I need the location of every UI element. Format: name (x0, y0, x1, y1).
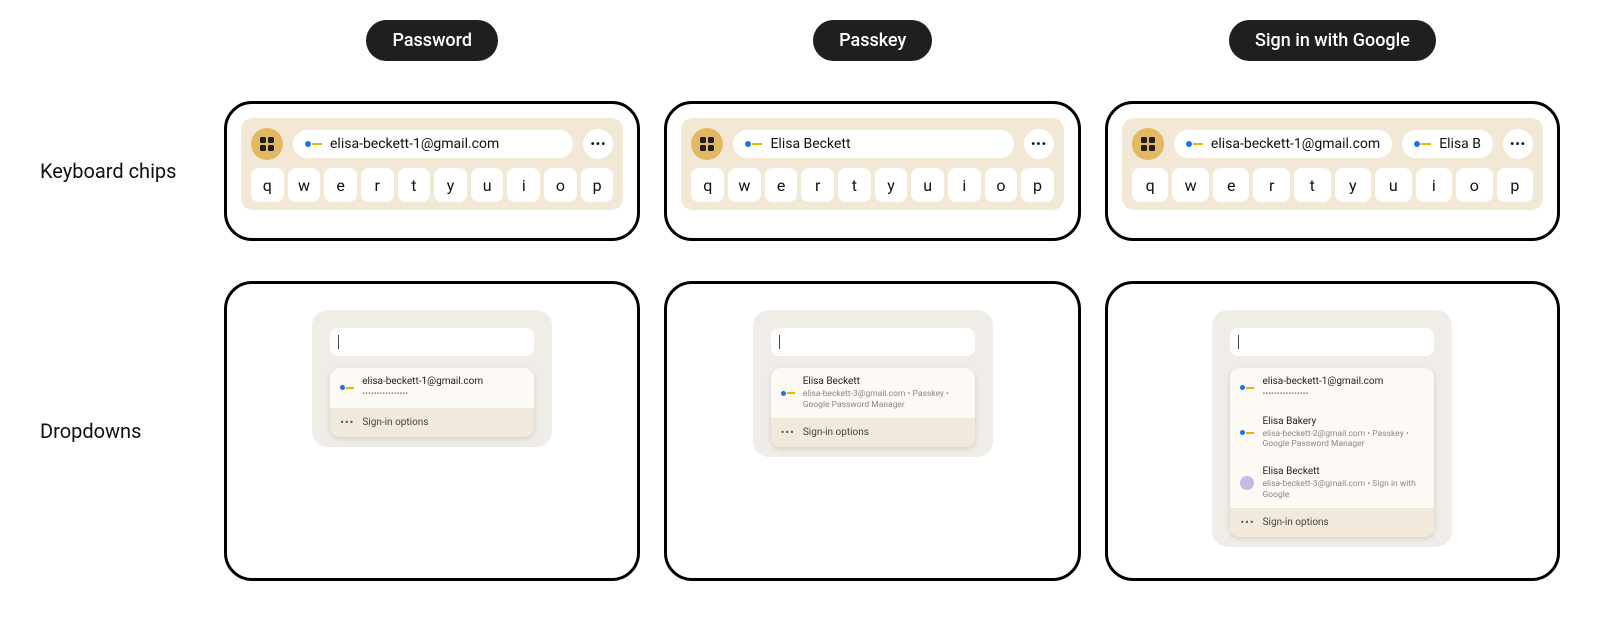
row-label-keyboard-chips: Keyboard chips (40, 101, 200, 241)
panel-kb-siwg: elisa-beckett-1@gmail.com Elisa B ••• q … (1105, 101, 1560, 241)
more-options-icon[interactable]: ••• (583, 129, 613, 159)
key-e[interactable]: e (765, 168, 798, 202)
grid-menu-icon[interactable] (251, 128, 283, 160)
dropdown-item[interactable]: Elisa Beckett elisa-beckett-3@gmail.com … (1230, 458, 1434, 508)
password-key-icon (1240, 430, 1254, 435)
key-q[interactable]: q (691, 168, 724, 202)
key-w[interactable]: w (728, 168, 761, 202)
suggestion-chip-primary[interactable]: elisa-beckett-1@gmail.com (1174, 130, 1392, 158)
dropdown-footer-label: Sign-in options (1263, 517, 1329, 528)
keyboard-row: q w e r t y u i o p (1132, 168, 1533, 202)
suggestion-chip-label: Elisa B (1439, 136, 1481, 152)
dropdown-item[interactable]: Elisa Bakery elisa-beckett-2@gmail.com •… (1230, 408, 1434, 458)
key-o[interactable]: o (544, 168, 577, 202)
key-u[interactable]: u (911, 168, 944, 202)
grid-menu-icon[interactable] (1132, 128, 1164, 160)
panel-kb-passkey: Elisa Beckett ••• q w e r t y u i o p (664, 101, 1080, 241)
dropdown-item-sub: •••••••••••••••• (1262, 389, 1383, 400)
suggestion-chip-label: Elisa Beckett (770, 136, 850, 152)
key-u[interactable]: u (471, 168, 504, 202)
dropdown-item-sub: elisa-beckett-3@gmail.com • Sign in with… (1262, 479, 1424, 500)
panel-dd-siwg: elisa-beckett-1@gmail.com ••••••••••••••… (1105, 281, 1560, 581)
dropdown-card: elisa-beckett-1@gmail.com ••••••••••••••… (330, 368, 534, 437)
panel-kb-password: elisa-beckett-1@gmail.com ••• q w e r t … (224, 101, 640, 241)
key-y[interactable]: y (1335, 168, 1372, 202)
panel-dd-password: elisa-beckett-1@gmail.com ••••••••••••••… (224, 281, 640, 581)
dropdown-footer[interactable]: ••• Sign-in options (1230, 508, 1434, 537)
dropdown-item-sub: •••••••••••••••• (362, 389, 483, 400)
key-p[interactable]: p (581, 168, 614, 202)
suggestion-chip[interactable]: elisa-beckett-1@gmail.com (293, 130, 573, 158)
keyboard-row: q w e r t y u i o p (691, 168, 1053, 202)
key-t[interactable]: t (838, 168, 871, 202)
dropdown-footer-label: Sign-in options (362, 417, 428, 428)
key-e[interactable]: e (324, 168, 357, 202)
more-options-icon[interactable]: ••• (1503, 129, 1533, 159)
column-header-siwg: Sign in with Google (1229, 20, 1436, 61)
dropdown-item-sub: elisa-beckett-2@gmail.com • Passkey • Go… (1262, 429, 1424, 450)
dropdown-item-sub: elisa-beckett-3@gmail.com • Passkey • Go… (803, 389, 965, 410)
key-p[interactable]: p (1497, 168, 1534, 202)
dropdown-item-title: elisa-beckett-1@gmail.com (1262, 376, 1383, 387)
password-key-icon (1240, 385, 1254, 390)
suggestion-chip[interactable]: Elisa Beckett (733, 130, 1013, 158)
key-q[interactable]: q (1132, 168, 1169, 202)
key-i[interactable]: i (1416, 168, 1453, 202)
more-options-icon: ••• (781, 426, 795, 439)
password-key-icon (1414, 141, 1431, 147)
dropdown-card: elisa-beckett-1@gmail.com ••••••••••••••… (1230, 368, 1434, 537)
dropdown-item[interactable]: elisa-beckett-1@gmail.com ••••••••••••••… (1230, 368, 1434, 408)
suggestion-chip-label: elisa-beckett-1@gmail.com (1211, 136, 1380, 152)
key-o[interactable]: o (1456, 168, 1493, 202)
key-y[interactable]: y (875, 168, 908, 202)
key-u[interactable]: u (1375, 168, 1412, 202)
key-r[interactable]: r (1253, 168, 1290, 202)
dropdown-item-title: Elisa Beckett (1262, 466, 1424, 477)
key-q[interactable]: q (251, 168, 284, 202)
password-key-icon (781, 391, 795, 396)
input-field[interactable] (1230, 328, 1434, 356)
password-key-icon (340, 385, 354, 390)
dropdown-footer[interactable]: ••• Sign-in options (771, 418, 975, 447)
dropdown-item-title: Elisa Beckett (803, 376, 965, 387)
password-key-icon (745, 141, 762, 147)
key-e[interactable]: e (1213, 168, 1250, 202)
panel-dd-passkey: Elisa Beckett elisa-beckett-3@gmail.com … (664, 281, 1080, 581)
key-w[interactable]: w (288, 168, 321, 202)
key-p[interactable]: p (1021, 168, 1054, 202)
password-key-icon (1186, 141, 1203, 147)
column-header-passkey: Passkey (813, 20, 932, 61)
more-options-icon[interactable]: ••• (1024, 129, 1054, 159)
key-t[interactable]: t (398, 168, 431, 202)
more-options-icon: ••• (1240, 516, 1254, 529)
dropdown-footer-label: Sign-in options (803, 427, 869, 438)
dropdown-item-title: elisa-beckett-1@gmail.com (362, 376, 483, 387)
grid-menu-icon[interactable] (691, 128, 723, 160)
input-field[interactable] (771, 328, 975, 356)
dropdown-item[interactable]: elisa-beckett-1@gmail.com ••••••••••••••… (330, 368, 534, 408)
dropdown-card: Elisa Beckett elisa-beckett-3@gmail.com … (771, 368, 975, 447)
input-field[interactable] (330, 328, 534, 356)
dropdown-item-title: Elisa Bakery (1262, 416, 1424, 427)
key-o[interactable]: o (985, 168, 1018, 202)
avatar-icon (1240, 476, 1254, 490)
key-r[interactable]: r (801, 168, 834, 202)
suggestion-chip-secondary[interactable]: Elisa B (1402, 130, 1493, 158)
key-i[interactable]: i (948, 168, 981, 202)
key-w[interactable]: w (1172, 168, 1209, 202)
key-i[interactable]: i (507, 168, 540, 202)
password-key-icon (305, 141, 322, 147)
key-t[interactable]: t (1294, 168, 1331, 202)
dropdown-item[interactable]: Elisa Beckett elisa-beckett-3@gmail.com … (771, 368, 975, 418)
dropdown-footer[interactable]: ••• Sign-in options (330, 408, 534, 437)
column-header-password: Password (366, 20, 498, 61)
suggestion-chip-label: elisa-beckett-1@gmail.com (330, 136, 499, 152)
more-options-icon: ••• (340, 416, 354, 429)
row-label-dropdowns: Dropdowns (40, 281, 200, 581)
key-y[interactable]: y (434, 168, 467, 202)
key-r[interactable]: r (361, 168, 394, 202)
keyboard-row: q w e r t y u i o p (251, 168, 613, 202)
